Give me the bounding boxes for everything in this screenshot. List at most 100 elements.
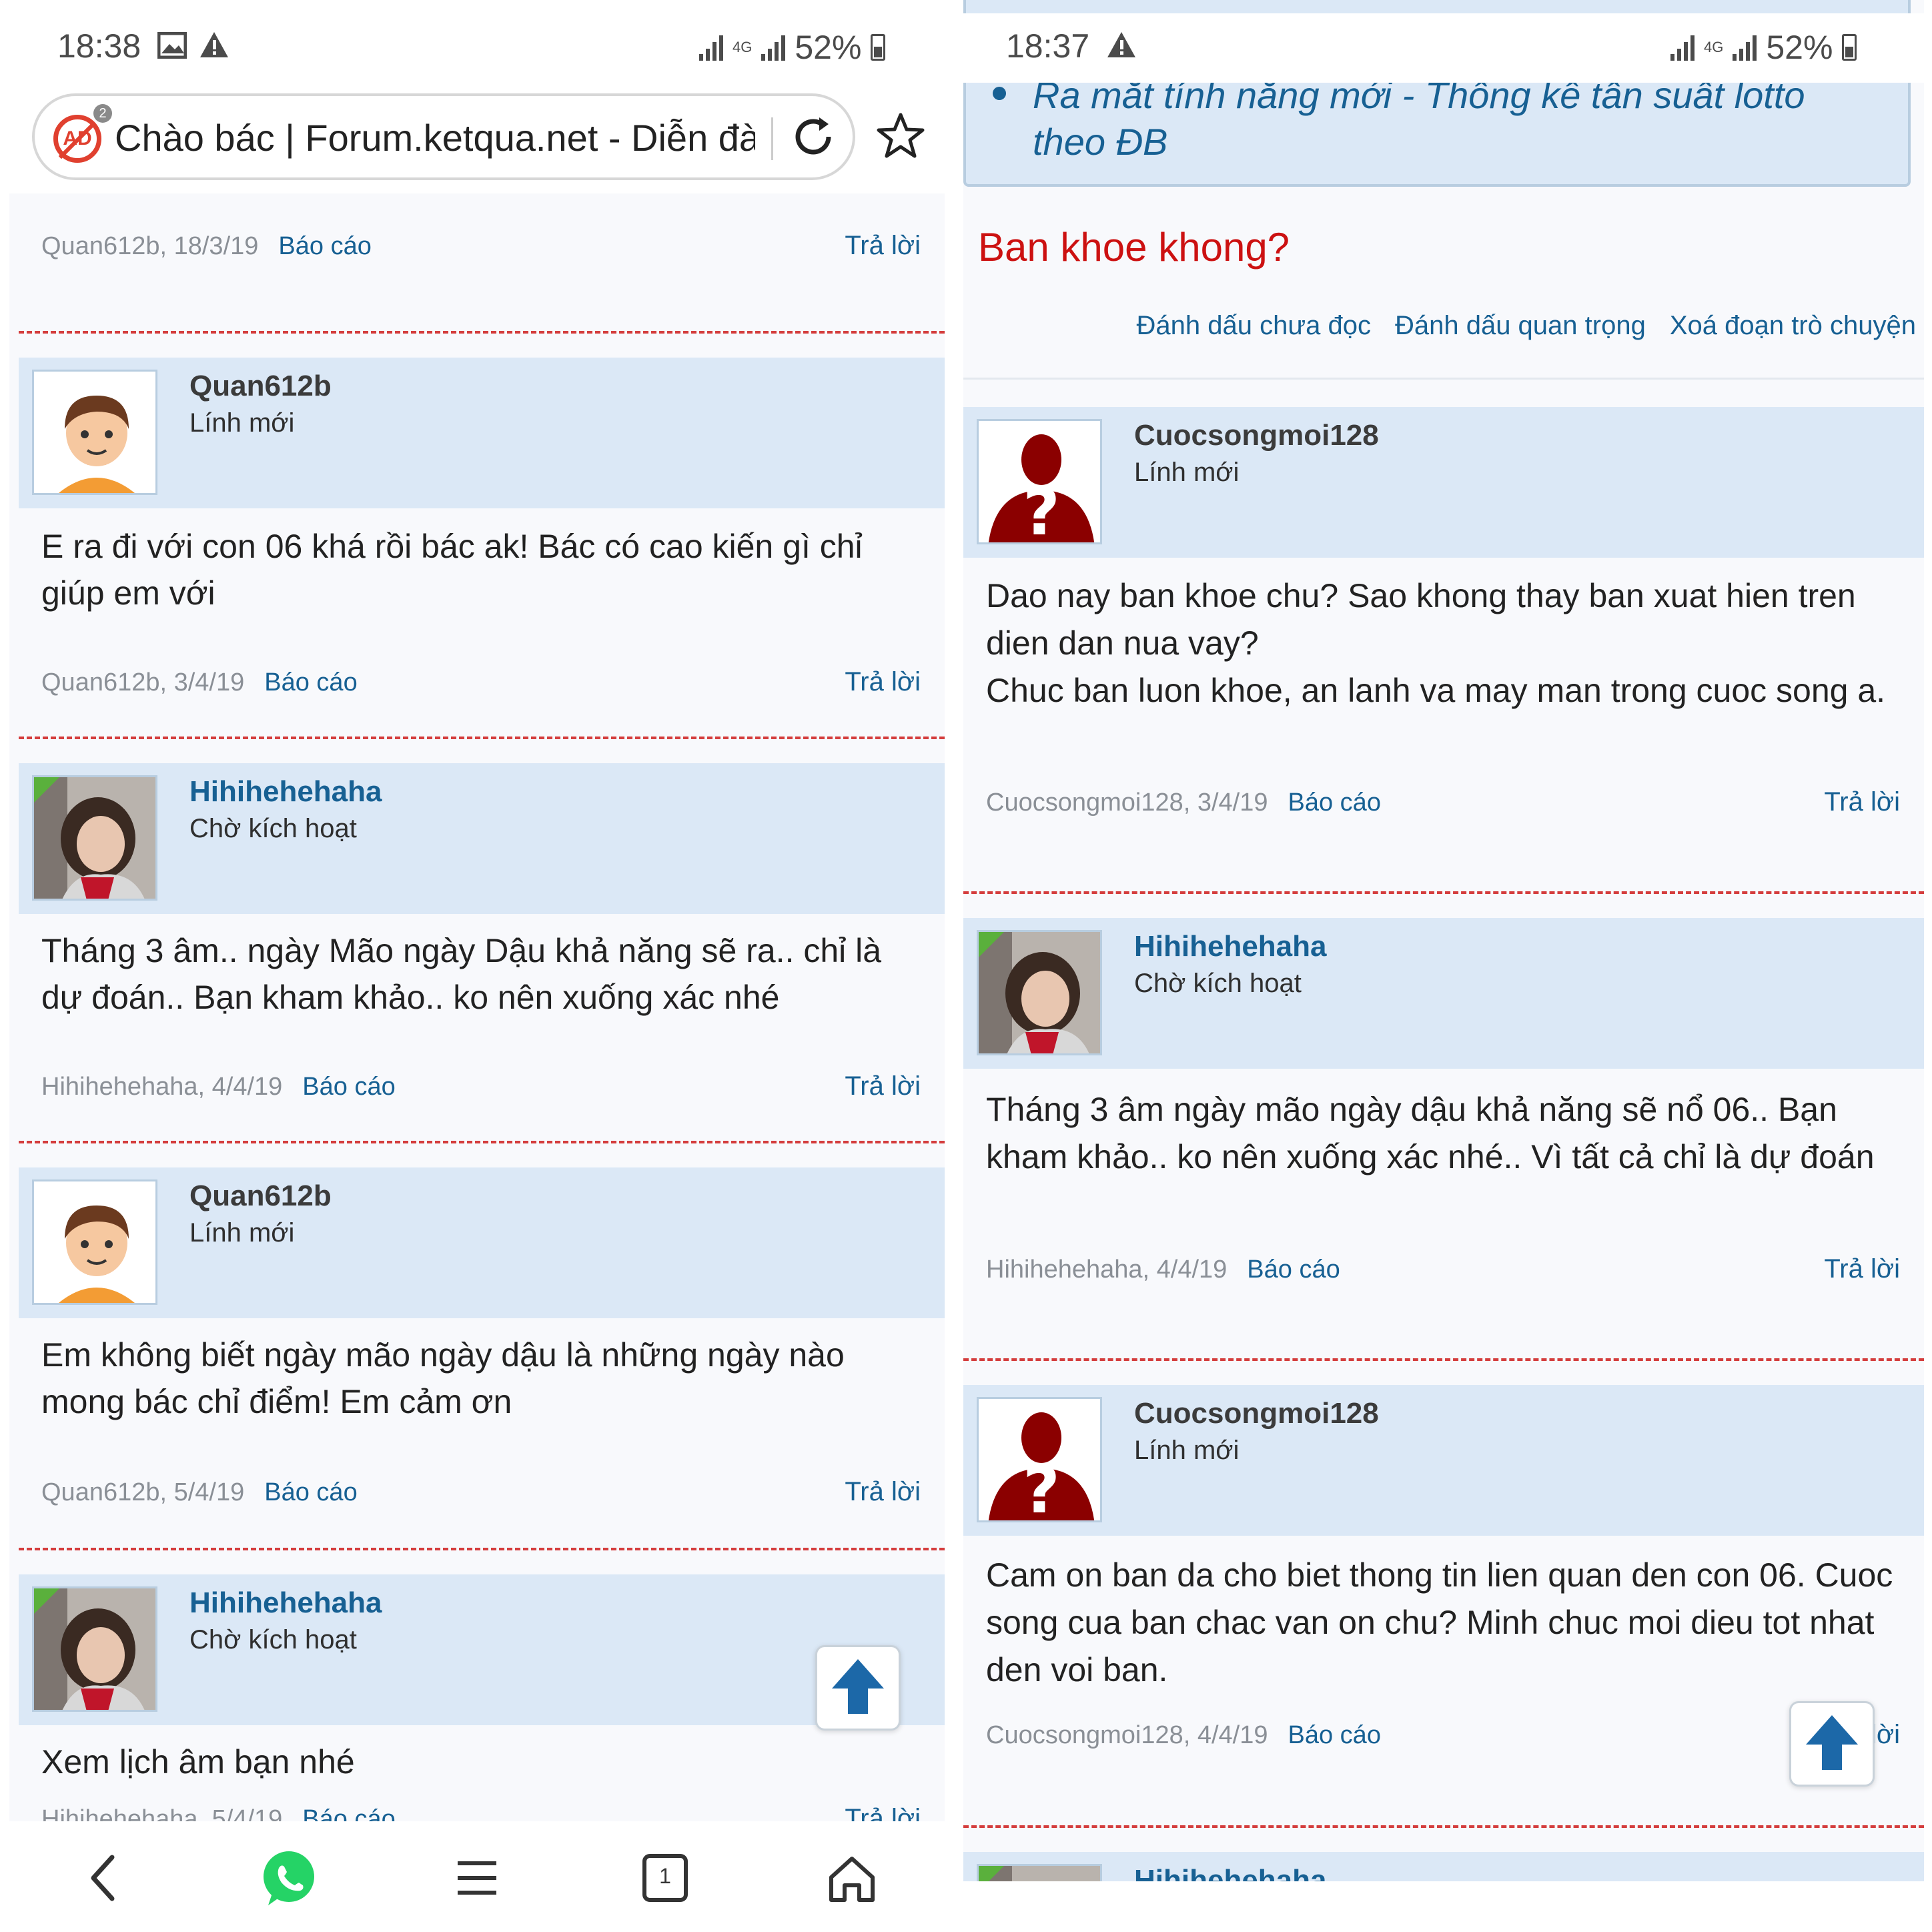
report-link[interactable]: Báo cáo: [302, 1073, 395, 1101]
address-bar[interactable]: AD 2 Chào bác | Forum.ketqua.net - Diễn …: [32, 93, 855, 180]
battery-percent: 52%: [1766, 29, 1833, 66]
report-link[interactable]: Báo cáo: [1288, 1721, 1381, 1749]
unknown-user-icon: ?: [979, 1399, 1100, 1520]
reply-link[interactable]: Trả lời: [1824, 787, 1900, 817]
scroll-to-top-button[interactable]: [1789, 1701, 1875, 1787]
post-header: Hihihehehaha Chờ kích hoạt: [963, 918, 1924, 1069]
whatsapp-icon[interactable]: [259, 1848, 319, 1908]
post-username[interactable]: Cuocsongmoi128: [1134, 1397, 1379, 1430]
post-username[interactable]: Quan612b: [189, 1179, 332, 1213]
post-user-title: Lính mới: [189, 408, 295, 438]
post-user-title: Chờ kích hoạt: [189, 1625, 357, 1654]
post-author-date: Hihihehehaha, 4/4/19: [41, 1073, 283, 1101]
reply-link[interactable]: Trả lời: [845, 1071, 921, 1101]
warning-icon: [200, 32, 228, 57]
post-username[interactable]: Quan612b: [189, 370, 332, 403]
tabs-button[interactable]: 1: [635, 1848, 695, 1908]
report-link[interactable]: Báo cáo: [264, 668, 357, 696]
report-link[interactable]: Báo cáo: [278, 232, 371, 260]
online-badge: [34, 777, 59, 803]
back-icon[interactable]: [75, 1848, 135, 1908]
mark-unread-link[interactable]: Đánh dấu chưa đọc: [1137, 311, 1371, 340]
ad-block-icon[interactable]: AD: [53, 115, 101, 163]
post-username[interactable]: Hihihehehaha: [189, 775, 382, 809]
report-link[interactable]: Báo cáo: [264, 1478, 357, 1506]
post-header: Hihihehehaha: [963, 1852, 1924, 1881]
status-bar: 18:38 4G 52%: [0, 13, 955, 80]
bullet-icon: [993, 87, 1006, 100]
status-time: 18:38: [57, 27, 141, 65]
svg-text:?: ?: [1023, 475, 1060, 544]
avatar[interactable]: [977, 1864, 1102, 1881]
unknown-user-icon: ?: [979, 421, 1100, 544]
post-message: E ra đi với con 06 khá rồi bác ak! Bác c…: [41, 528, 863, 612]
scroll-to-top-button[interactable]: [815, 1645, 901, 1731]
page-title-url[interactable]: Chào bác | Forum.ketqua.net - Diễn đàn :: [115, 116, 755, 159]
post-header: Hihihehehaha Chờ kích hoạt: [19, 763, 945, 914]
post-user-title: Lính mới: [189, 1218, 295, 1248]
post-username[interactable]: Hihihehehaha: [1134, 930, 1327, 963]
avatar[interactable]: ?: [977, 419, 1102, 544]
delete-conversation-link[interactable]: Xoá đoạn trò chuyện: [1670, 311, 1916, 340]
post-user-title: Chờ kích hoạt: [1134, 969, 1302, 998]
arrow-up-icon: [832, 1659, 884, 1714]
mark-important-link[interactable]: Đánh dấu quan trọng: [1395, 311, 1646, 340]
home-icon[interactable]: [822, 1848, 882, 1908]
avatar[interactable]: [32, 1179, 157, 1305]
tab-count: 1: [659, 1864, 671, 1888]
post-user-title: Lính mới: [1134, 1436, 1240, 1465]
post-meta: Hihihehehaha, 4/4/19 Báo cáo: [41, 1073, 396, 1101]
status-right: 4G 52%: [699, 28, 886, 67]
status-time: 18:37: [1006, 27, 1090, 65]
post-message: Dao nay ban khoe chu? Sao khong thay ban…: [986, 577, 1886, 709]
battery-icon: [1842, 34, 1857, 61]
news-link[interactable]: Ra mắt tính năng mới - Thống kê tần suất…: [1033, 72, 1860, 165]
avatar[interactable]: [977, 930, 1102, 1055]
report-link[interactable]: Báo cáo: [1288, 789, 1381, 817]
post-message: Em không biết ngày mão ngày dậu là những…: [41, 1336, 845, 1420]
reply-link[interactable]: Trả lời: [845, 667, 921, 697]
conversation-actions: Đánh dấu chưa đọc Đánh dấu quan trọng Xoá …: [1113, 311, 1917, 341]
reply-link[interactable]: Trả lời: [845, 231, 921, 261]
post-meta: Quan612b, 5/4/19 Báo cáo: [41, 1478, 358, 1507]
post-header: ? Cuocsongmoi128 Lính mới: [963, 1385, 1924, 1536]
post-header: Quan612b Lính mới: [19, 358, 945, 508]
post-author-date: Hihihehehaha, 5/4/19: [41, 1805, 283, 1821]
post-meta: Hihihehehaha, 5/4/19 Báo cáo: [41, 1805, 396, 1821]
post-message: Xem lịch âm bạn nhé: [41, 1743, 355, 1781]
post-divider: [19, 1548, 945, 1550]
thread-content: Quan612b, 18/3/19 Báo cáo Trả lời Quan612…: [9, 193, 945, 1821]
menu-icon[interactable]: [447, 1848, 507, 1908]
report-link[interactable]: Báo cáo: [302, 1805, 395, 1821]
reply-link[interactable]: Trả lời: [1824, 1254, 1900, 1284]
post-message: Tháng 3 âm ngày mão ngày dậu khả năng sẽ…: [986, 1091, 1875, 1175]
post-divider: [19, 1141, 945, 1143]
signal-icon: [1670, 34, 1695, 61]
avatar[interactable]: [32, 370, 157, 495]
signal-icon: [1733, 34, 1757, 61]
reply-link[interactable]: Trả lời: [845, 1804, 921, 1821]
post-meta: Hihihehehaha, 4/4/19 Báo cáo: [986, 1256, 1340, 1284]
post-header: ? Cuocsongmoi128 Lính mới: [963, 407, 1924, 558]
post-author-date: Quan612b, 5/4/19: [41, 1478, 245, 1506]
report-link[interactable]: Báo cáo: [1247, 1256, 1340, 1284]
warning-icon: [1107, 32, 1135, 57]
post-username[interactable]: Cuocsongmoi128: [1134, 419, 1379, 452]
reply-link[interactable]: Trả lời: [845, 1477, 921, 1507]
post-username[interactable]: Hihihehehaha: [1134, 1864, 1327, 1881]
avatar[interactable]: [32, 1586, 157, 1712]
reload-icon[interactable]: [790, 113, 837, 160]
post-divider: [19, 737, 945, 739]
right-screenshot: Ra mắt tính năng mới - Thống kê tần suất…: [955, 0, 1932, 1932]
avatar[interactable]: ?: [977, 1397, 1102, 1522]
browser-bottom-nav: 1: [0, 1825, 955, 1932]
post-meta: Cuocsongmoi128, 4/4/19 Báo cáo: [986, 1721, 1381, 1750]
online-badge: [979, 1866, 1004, 1881]
thread-content: Ra mắt tính năng mới - Thống kê tần suất…: [963, 0, 1924, 1881]
post-author-date: Cuocsongmoi128, 3/4/19: [986, 789, 1268, 817]
post-message: Tháng 3 âm.. ngày Mão ngày Dậu khả năng …: [41, 932, 882, 1016]
post-username[interactable]: Hihihehehaha: [189, 1586, 382, 1620]
avatar[interactable]: [32, 775, 157, 901]
post-meta: Quan612b, 18/3/19 Báo cáo: [41, 232, 372, 261]
bookmark-star-icon[interactable]: [875, 111, 926, 161]
